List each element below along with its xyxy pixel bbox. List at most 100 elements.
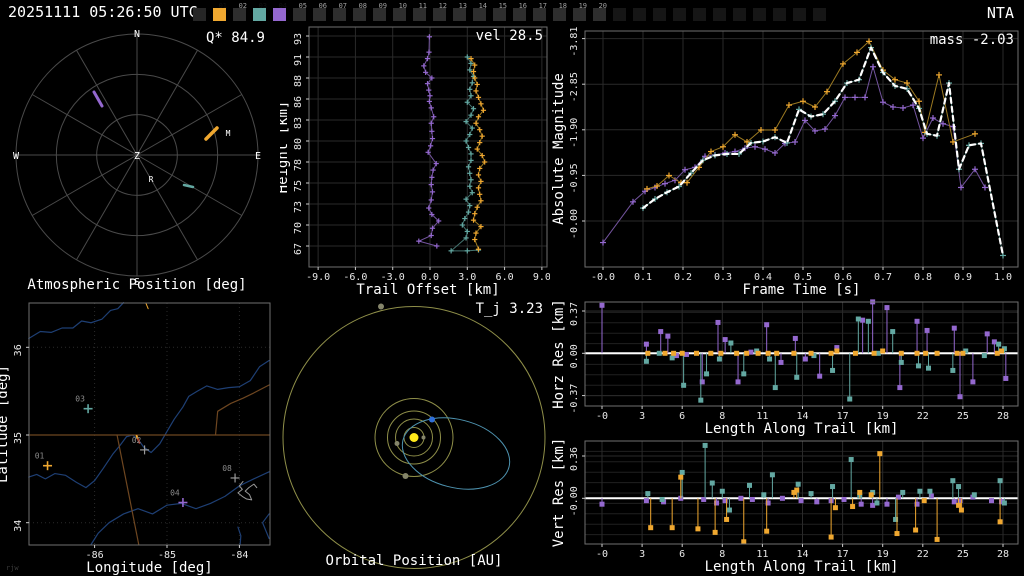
series-fit bbox=[641, 46, 1005, 257]
station-square-03[interactable]: 03 bbox=[253, 2, 267, 21]
residual-point-03 bbox=[875, 350, 881, 356]
residual-point-01 bbox=[678, 474, 684, 480]
empty-station-slot bbox=[773, 8, 786, 21]
annotation-R: R bbox=[149, 175, 154, 184]
plot-border bbox=[308, 26, 548, 268]
station-square-16[interactable]: 16 bbox=[513, 2, 527, 21]
station-square-label: 16 bbox=[518, 2, 527, 10]
residual-point-03 bbox=[830, 367, 836, 373]
y-tick-label: 0.37 bbox=[569, 302, 580, 326]
x-tick-label: 28 bbox=[997, 411, 1009, 422]
residual-point-04 bbox=[897, 385, 903, 391]
station-square-06[interactable]: 06 bbox=[313, 2, 327, 21]
residual-point-01 bbox=[808, 350, 814, 356]
x-tick-label: 0.2 bbox=[674, 272, 692, 283]
x-axis-label: Length Along Trail [km] bbox=[705, 421, 899, 436]
y-tick-label: 93 bbox=[293, 33, 304, 45]
y-tick-label: -0.00 bbox=[569, 486, 580, 516]
vertical-residuals-panel: -0 3 6 8 11 14 17 19 22 25 280.36-0.00Length Along… bbox=[551, 438, 1019, 575]
polar-spoke bbox=[76, 154, 138, 261]
residual-point-01 bbox=[828, 350, 834, 356]
x-tick-label: 25 bbox=[957, 411, 969, 422]
panel-title: T_j 3.23 bbox=[476, 301, 543, 317]
residual-point-01 bbox=[868, 492, 874, 498]
station-label-01: 01 bbox=[35, 452, 45, 461]
station-square-17[interactable]: 17 bbox=[533, 2, 547, 21]
station-square-19[interactable]: 19 bbox=[573, 2, 587, 21]
y-tick-label: -0.00 bbox=[569, 209, 580, 239]
residual-point-04 bbox=[658, 329, 664, 335]
residual-point-03 bbox=[848, 457, 854, 463]
residual-point-01 bbox=[921, 498, 927, 504]
empty-station-slot bbox=[673, 8, 686, 21]
residual-point-01 bbox=[880, 348, 886, 354]
y-tick-label: -3.81 bbox=[569, 27, 580, 57]
y-tick-label: -2.85 bbox=[569, 72, 580, 102]
residual-point-03 bbox=[925, 365, 931, 371]
polar-spoke bbox=[136, 94, 243, 156]
residual-point-04 bbox=[643, 498, 649, 504]
residual-point-01 bbox=[724, 516, 730, 522]
station-square-01[interactable]: 01 bbox=[213, 2, 227, 21]
residual-point-03 bbox=[795, 481, 801, 487]
residual-point-03 bbox=[900, 489, 906, 495]
station-square-04[interactable]: 04 bbox=[273, 2, 287, 21]
ground-map-panel: 0102030408-86 -85 -84343536Longitude [deg]… bbox=[0, 301, 271, 576]
residual-point-03 bbox=[645, 491, 651, 497]
station-square-15[interactable]: 15 bbox=[493, 2, 507, 21]
station-square-label: 05 bbox=[298, 2, 307, 10]
residual-point-01 bbox=[695, 526, 701, 532]
residual-point-01 bbox=[857, 489, 863, 495]
residual-point-01 bbox=[794, 487, 800, 493]
lake-outline bbox=[237, 480, 258, 501]
station-label-08: 08 bbox=[222, 464, 232, 473]
residual-point-03 bbox=[808, 491, 814, 497]
plot-border bbox=[584, 30, 1019, 268]
residual-point-04 bbox=[749, 496, 755, 502]
empty-station-slot bbox=[793, 8, 806, 21]
y-tick-label: 86 bbox=[293, 96, 304, 108]
residual-point-03 bbox=[898, 359, 904, 365]
station-square-09[interactable]: 09 bbox=[373, 2, 387, 21]
station-square-label: 20 bbox=[598, 2, 607, 10]
residual-point-04 bbox=[1003, 375, 1009, 381]
y-axis-label: Latitude [deg] bbox=[0, 365, 11, 483]
station-square-label: 09 bbox=[378, 2, 387, 10]
residual-point-01 bbox=[934, 536, 940, 542]
station-square-13[interactable]: 13 bbox=[453, 2, 467, 21]
station-square-label: 11 bbox=[418, 2, 427, 10]
empty-station-slot bbox=[693, 8, 706, 21]
station-square-label: 12 bbox=[438, 2, 447, 10]
station-square-05[interactable]: 05 bbox=[293, 2, 307, 21]
panel-caption: Atmospheric Position [deg] bbox=[27, 277, 246, 293]
residual-point-04 bbox=[715, 319, 721, 325]
residual-point-01 bbox=[871, 350, 877, 356]
station-square-08[interactable]: 08 bbox=[353, 2, 367, 21]
y-tick-label: 36 bbox=[13, 344, 24, 356]
residual-point-03 bbox=[702, 442, 708, 448]
station-square-20[interactable]: 20 bbox=[593, 2, 607, 21]
residual-point-03 bbox=[669, 355, 675, 361]
residual-point-03 bbox=[855, 316, 861, 322]
station-label-03: 03 bbox=[75, 395, 85, 404]
residual-point-01 bbox=[694, 350, 700, 356]
residual-point-01 bbox=[662, 350, 668, 356]
residual-point-04 bbox=[951, 325, 957, 331]
station-square-18[interactable]: 18 bbox=[553, 2, 567, 21]
residual-point-03 bbox=[1001, 500, 1007, 506]
station-square-14[interactable]: 14 bbox=[473, 2, 487, 21]
station-square-07[interactable]: 07 bbox=[333, 2, 347, 21]
light-curve-panel: -0.0 0.1 0.2 0.3 0.4 0.5 0.6 0.7 0.8 0.9 1.0-0.00-… bbox=[551, 27, 1019, 296]
residual-point-01 bbox=[718, 350, 724, 356]
meteor-track-04 bbox=[92, 90, 104, 108]
station-square-02[interactable]: 02 bbox=[233, 2, 247, 21]
station-square-11[interactable]: 11 bbox=[413, 2, 427, 21]
station-square-label: 06 bbox=[318, 2, 327, 10]
station-square-10[interactable]: 10 bbox=[393, 2, 407, 21]
y-tick-label: 75 bbox=[293, 180, 304, 192]
residual-point-04 bbox=[792, 335, 798, 341]
station-square-12[interactable]: 12 bbox=[433, 2, 447, 21]
residual-point-04 bbox=[870, 502, 876, 508]
residual-point-01 bbox=[994, 350, 1000, 356]
y-axis-label: Horz Res [km] bbox=[551, 299, 567, 409]
